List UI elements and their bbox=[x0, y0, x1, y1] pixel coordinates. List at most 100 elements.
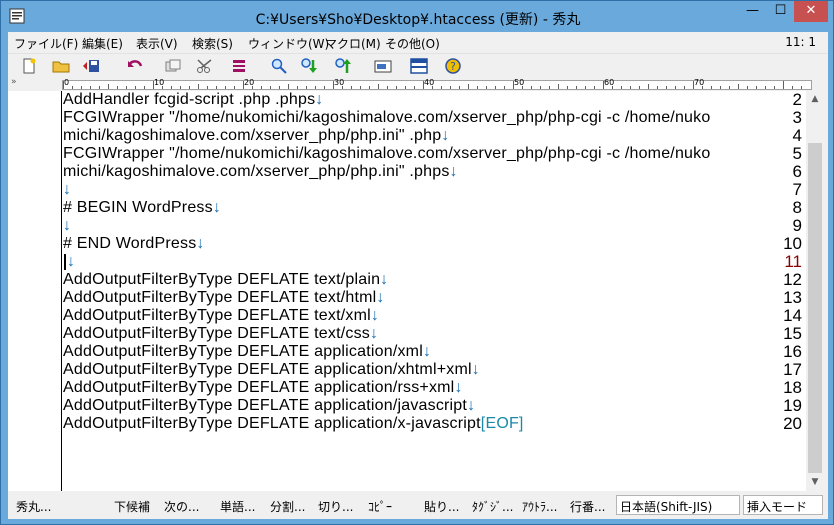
menu-view[interactable]: 表示(V) bbox=[136, 35, 178, 52]
find-prev-icon[interactable] bbox=[334, 57, 352, 75]
newline-mark: ↓ bbox=[471, 361, 480, 378]
scroll-down-icon[interactable]: ▼ bbox=[806, 474, 824, 491]
status-cut[interactable]: 切り... bbox=[318, 498, 353, 515]
ruler-tick bbox=[198, 84, 199, 89]
ruler-tick bbox=[792, 86, 793, 89]
status-bar: 秀丸... 下候補 次の... 単語... 分割... 切り... ｺﾋﾟｰ 貼… bbox=[8, 494, 828, 516]
line-text: # BEGIN WordPress bbox=[63, 199, 213, 216]
ruler-tick bbox=[315, 86, 316, 89]
ruler-tick bbox=[342, 86, 343, 89]
ruler-tick bbox=[450, 86, 451, 89]
code-line: # END WordPress↓ bbox=[63, 235, 205, 253]
status-next-candidate[interactable]: 下候補 bbox=[114, 498, 150, 515]
code-line: AddOutputFilterByType DEFLATE text/css↓ bbox=[63, 325, 378, 343]
status-line-number[interactable]: 行番... bbox=[570, 498, 605, 515]
maximize-button[interactable]: ☐ bbox=[767, 1, 794, 22]
ruler-tick bbox=[639, 86, 640, 89]
line-number: 7 bbox=[792, 180, 802, 199]
ruler-tick bbox=[99, 86, 100, 89]
code-line: AddOutputFilterByType DEFLATE text/plain… bbox=[63, 271, 388, 289]
newline-mark: ↓ bbox=[422, 343, 432, 360]
status-word[interactable]: 単語... bbox=[220, 498, 255, 515]
title-bar[interactable]: C:¥Users¥Sho¥Desktop¥.htaccess (更新) - 秀丸… bbox=[1, 1, 833, 32]
scroll-up-icon[interactable]: ▲ bbox=[806, 91, 824, 108]
ruler-expand-icon[interactable]: » bbox=[11, 77, 17, 87]
status-app[interactable]: 秀丸... bbox=[16, 498, 51, 515]
menu-other[interactable]: その他(O) bbox=[385, 35, 440, 52]
code-line: ↓ bbox=[63, 217, 71, 235]
minimize-button[interactable]: — bbox=[739, 1, 766, 22]
ruler-tick bbox=[378, 84, 379, 89]
toolbar: ? bbox=[8, 53, 828, 77]
help-icon[interactable]: ? bbox=[444, 57, 462, 75]
menu-edit[interactable]: 編集(E) bbox=[82, 35, 123, 52]
status-insert-mode[interactable]: 挿入モード bbox=[743, 495, 823, 515]
ruler-tick bbox=[567, 86, 568, 89]
line-number: 20 bbox=[783, 414, 802, 433]
copy-icon[interactable] bbox=[164, 57, 182, 75]
ruler-track[interactable]: 0 10 20 30 40 50 60 70 bbox=[62, 78, 812, 90]
find-next-icon[interactable] bbox=[300, 57, 318, 75]
line-number: 18 bbox=[783, 378, 802, 397]
code-line: FCGIWrapper "/home/nukomichi/kagoshimalo… bbox=[63, 109, 710, 127]
line-number: 5 bbox=[792, 144, 802, 163]
status-paste[interactable]: 貼り... bbox=[424, 498, 459, 515]
code-line: michi/kagoshimalove.com/xserver_php/php.… bbox=[63, 163, 458, 181]
line-number: 9 bbox=[792, 216, 802, 235]
ruler-tick bbox=[702, 86, 703, 89]
ruler-tick bbox=[603, 81, 604, 89]
column-ruler: » 0 10 20 30 40 50 60 70 bbox=[8, 77, 828, 91]
newline-mark: ↓ bbox=[315, 91, 324, 108]
newline-mark: ↓ bbox=[369, 325, 379, 342]
undo-icon[interactable] bbox=[126, 57, 144, 75]
ruler-tick bbox=[495, 86, 496, 89]
line-text: AddOutputFilterByType DEFLATE text/css bbox=[63, 325, 370, 342]
ruler-tick bbox=[369, 86, 370, 89]
current-line-number: 11 bbox=[784, 252, 802, 271]
line-text: AddOutputFilterByType DEFLATE text/html bbox=[63, 289, 377, 306]
newline-mark: ↓ bbox=[467, 397, 476, 414]
ruler-tick bbox=[90, 86, 91, 89]
line-text: AddOutputFilterByType DEFLATE applicatio… bbox=[63, 343, 423, 360]
line-text: AddOutputFilterByType DEFLATE applicatio… bbox=[63, 379, 455, 396]
line-text: AddOutputFilterByType DEFLATE applicatio… bbox=[63, 397, 468, 414]
status-tag-jump[interactable]: ﾀｸﾞｼﾞ... bbox=[472, 498, 513, 515]
close-button[interactable]: ✕ bbox=[794, 1, 828, 22]
vertical-scrollbar[interactable]: ▲ ▼ bbox=[806, 91, 824, 491]
status-next[interactable]: 次の... bbox=[164, 498, 199, 515]
status-encoding[interactable]: 日本語(Shift-JIS) bbox=[616, 495, 740, 515]
ruler-tick bbox=[621, 86, 622, 89]
line-text: AddOutputFilterByType DEFLATE text/plain bbox=[63, 271, 381, 288]
paste-icon[interactable] bbox=[230, 57, 248, 75]
line-text: AddOutputFilterByType DEFLATE text/xml bbox=[63, 307, 371, 324]
ruler-tick bbox=[108, 84, 109, 89]
ruler-tick bbox=[225, 86, 226, 89]
menu-search[interactable]: 検索(S) bbox=[192, 35, 233, 52]
ruler-tick bbox=[432, 86, 433, 89]
split-icon[interactable] bbox=[410, 57, 428, 75]
save-icon[interactable] bbox=[82, 57, 100, 75]
client-area: ファイル(F) 編集(E) 表示(V) 検索(S) ウィンドウ(W) マクロ(M… bbox=[8, 32, 828, 519]
ruler-tick bbox=[756, 86, 757, 89]
menu-bar: ファイル(F) 編集(E) 表示(V) 検索(S) ウィンドウ(W) マクロ(M… bbox=[8, 32, 828, 52]
cut-icon[interactable] bbox=[196, 57, 214, 75]
window-title: C:¥Users¥Sho¥Desktop¥.htaccess (更新) - 秀丸 bbox=[255, 12, 581, 28]
window-icon[interactable] bbox=[374, 57, 392, 75]
status-copy[interactable]: ｺﾋﾟｰ bbox=[368, 498, 392, 515]
line-number: 2 bbox=[792, 90, 802, 109]
ruler-tick bbox=[711, 86, 712, 89]
text-editor[interactable]: 2 AddHandler fcgid-script .php .phps↓ 3 … bbox=[8, 91, 806, 491]
scroll-thumb[interactable] bbox=[808, 143, 822, 473]
status-outline[interactable]: ｱｳﾄﾗ... bbox=[522, 498, 557, 515]
line-text: AddOutputFilterByType DEFLATE applicatio… bbox=[63, 361, 472, 378]
new-file-icon[interactable] bbox=[20, 57, 38, 75]
find-icon[interactable] bbox=[270, 57, 288, 75]
ruler-tick bbox=[423, 81, 424, 89]
line-number: 19 bbox=[783, 396, 802, 415]
status-split[interactable]: 分割... bbox=[270, 498, 305, 515]
menu-file[interactable]: ファイル(F) bbox=[14, 35, 78, 52]
menu-window[interactable]: ウィンドウ(W) bbox=[248, 35, 329, 52]
menu-macro[interactable]: マクロ(M) bbox=[325, 35, 381, 52]
open-folder-icon[interactable] bbox=[52, 57, 70, 75]
ruler-tick bbox=[288, 84, 289, 89]
